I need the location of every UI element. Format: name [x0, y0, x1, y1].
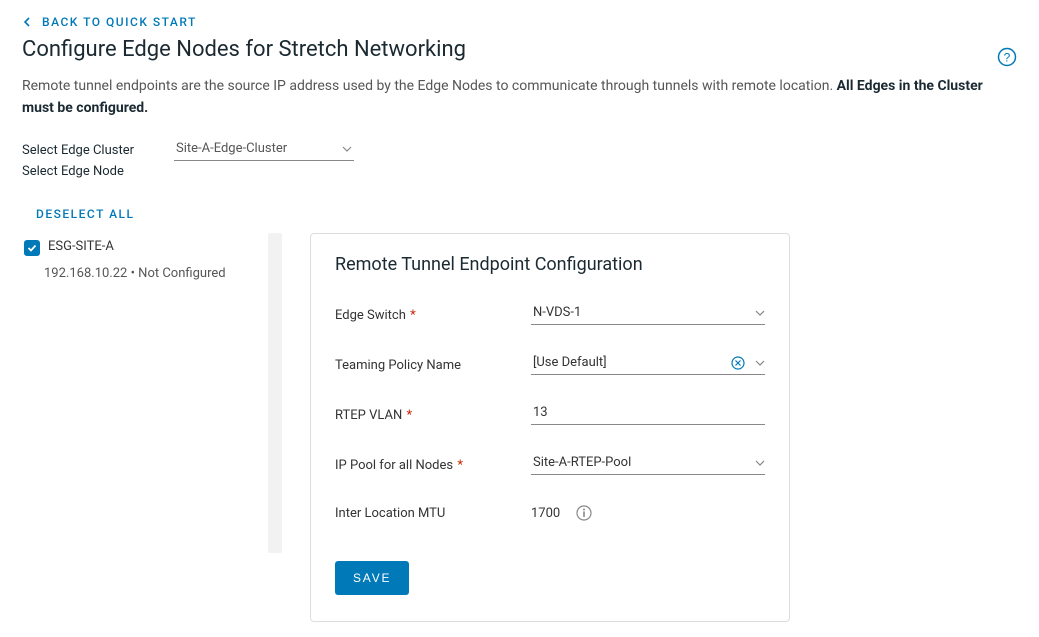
save-button[interactable]: SAVE: [335, 561, 409, 595]
chevron-down-icon: [755, 460, 765, 466]
clear-icon[interactable]: [731, 356, 745, 370]
edge-node-label: Select Edge Node: [22, 164, 1017, 179]
list-item[interactable]: ESG-SITE-A: [22, 233, 262, 256]
check-icon: [27, 243, 37, 253]
back-link[interactable]: BACK TO QUICK START: [22, 15, 197, 29]
svg-text:?: ?: [1004, 50, 1011, 64]
page-description: Remote tunnel endpoints are the source I…: [22, 76, 1017, 119]
edge-switch-dropdown[interactable]: N-VDS-1: [531, 305, 765, 325]
teaming-policy-label: Teaming Policy Name: [335, 358, 531, 373]
help-icon[interactable]: ?: [997, 47, 1017, 67]
node-checkbox[interactable]: [24, 240, 40, 256]
page-title: Configure Edge Nodes for Stretch Network…: [22, 37, 466, 62]
node-meta: 192.168.10.22 • Not Configured: [44, 264, 262, 284]
node-name: ESG-SITE-A: [48, 239, 114, 254]
chevron-down-icon: [342, 146, 352, 152]
panel-title: Remote Tunnel Endpoint Configuration: [335, 254, 765, 275]
node-list: ESG-SITE-A 192.168.10.22 • Not Configure…: [22, 233, 282, 284]
edge-switch-label: Edge Switch *: [335, 308, 531, 323]
deselect-all-link[interactable]: DESELECT ALL: [36, 207, 1017, 221]
cluster-dropdown[interactable]: Site-A-Edge-Cluster: [174, 139, 354, 161]
mtu-label: Inter Location MTU: [335, 506, 531, 521]
ip-pool-dropdown[interactable]: Site-A-RTEP-Pool: [531, 455, 765, 475]
config-panel: Remote Tunnel Endpoint Configuration Edg…: [310, 233, 790, 622]
chevron-down-icon: [755, 360, 765, 366]
chevron-left-icon: [22, 17, 32, 27]
scrollbar[interactable]: [268, 233, 282, 553]
ip-pool-label: IP Pool for all Nodes *: [335, 458, 531, 473]
back-label: BACK TO QUICK START: [42, 15, 197, 29]
info-icon[interactable]: [576, 505, 592, 521]
cluster-label: Select Edge Cluster: [22, 143, 174, 158]
rtep-vlan-label: RTEP VLAN *: [335, 408, 531, 423]
mtu-value: 1700: [531, 506, 560, 521]
chevron-down-icon: [755, 310, 765, 316]
teaming-policy-dropdown[interactable]: [Use Default]: [531, 355, 765, 375]
cluster-value: Site-A-Edge-Cluster: [176, 141, 287, 156]
rtep-vlan-input[interactable]: 13: [531, 405, 765, 425]
